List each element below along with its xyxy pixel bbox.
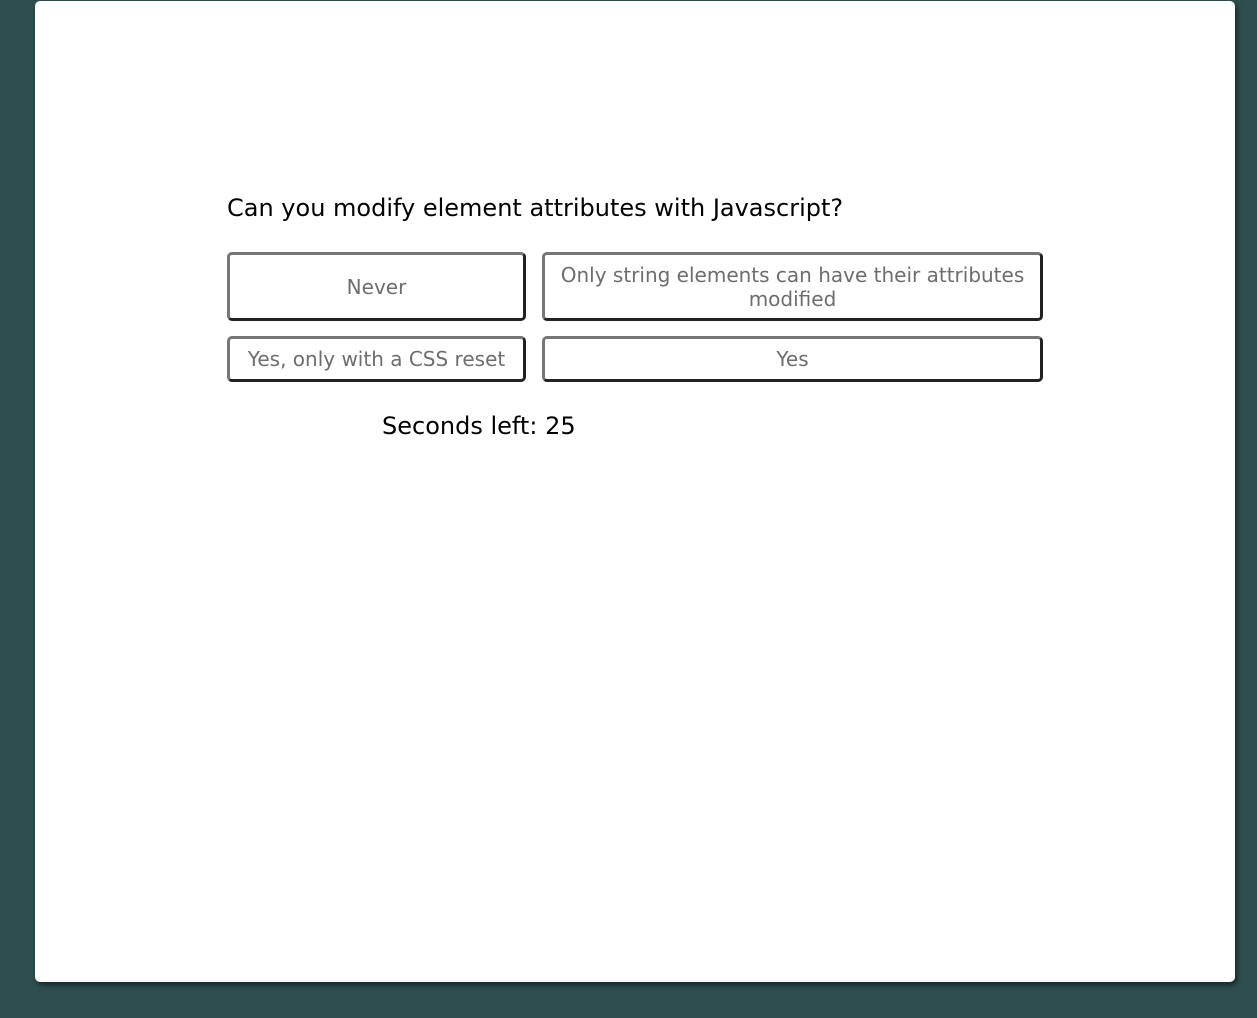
answer-button-css-reset[interactable]: Yes, only with a CSS reset xyxy=(227,336,526,382)
answer-label: Yes, only with a CSS reset xyxy=(247,347,506,371)
timer-label: Seconds left: xyxy=(382,412,538,440)
countdown-timer: Seconds left: 25 xyxy=(382,410,576,442)
answer-button-only-string-elements[interactable]: Only string elements can have their attr… xyxy=(542,252,1043,321)
quiz-card: Can you modify element attributes with J… xyxy=(35,1,1235,982)
answer-button-never[interactable]: Never xyxy=(227,252,526,321)
answer-label: Never xyxy=(346,274,407,299)
answer-label: Yes xyxy=(776,347,809,371)
timer-value: 25 xyxy=(545,412,576,440)
question-text: Can you modify element attributes with J… xyxy=(227,194,844,222)
answer-label: Only string elements can have their attr… xyxy=(560,262,1025,311)
answer-button-yes[interactable]: Yes xyxy=(542,336,1043,382)
